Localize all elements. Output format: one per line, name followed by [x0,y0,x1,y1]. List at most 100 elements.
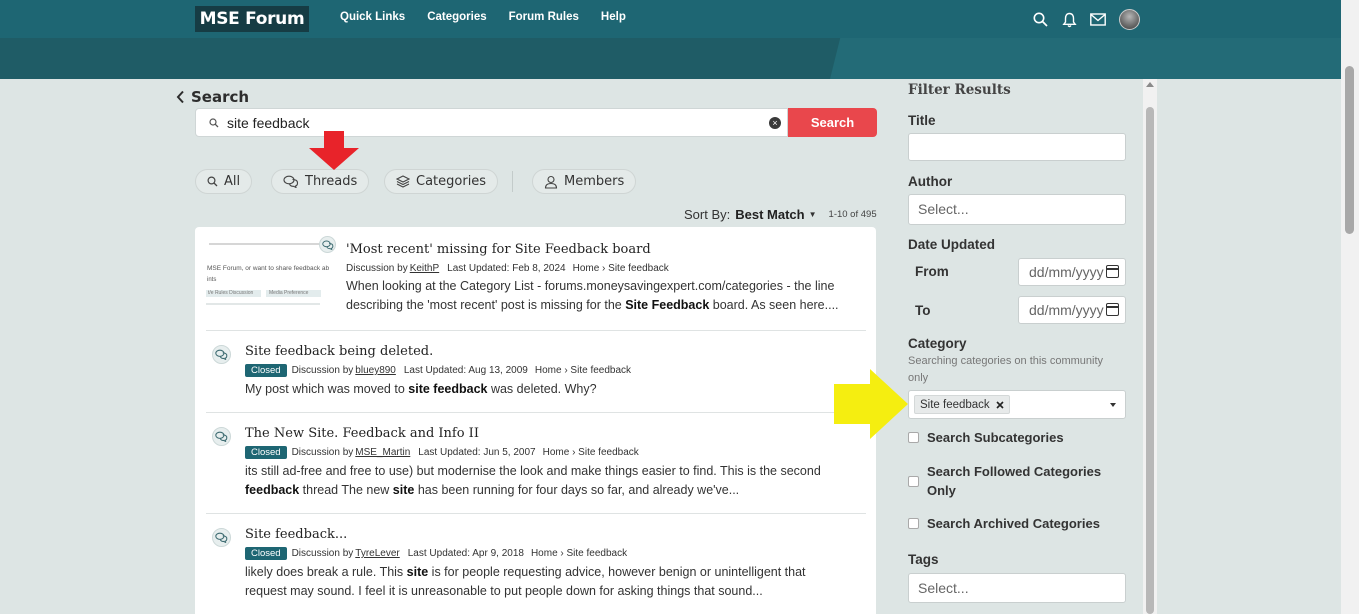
status-badge: Closed [245,547,287,560]
chevron-left-icon [176,90,184,104]
result-updated: Last Updated: Feb 8, 2024 [447,263,566,274]
nav-forum-rules[interactable]: Forum Rules [509,11,579,23]
result-author[interactable]: bluey890 [355,365,396,376]
checkbox-label: Search Archived Categories [927,516,1100,531]
thumbnail-tag: Media Preference [266,290,321,297]
sort-value[interactable]: Best Match [735,207,804,222]
calendar-icon[interactable] [1106,303,1119,316]
tab-all[interactable]: All [195,169,253,194]
result-title[interactable]: Site feedback being deleted. [245,344,857,359]
result-author[interactable]: MSE_Martin [355,447,410,458]
title-filter-input[interactable] [908,133,1126,161]
page-scrollbar[interactable] [1341,0,1359,614]
bell-icon[interactable] [1061,11,1077,29]
tab-members[interactable]: Members [532,169,637,194]
date-from-placeholder: dd/mm/yyyy [1029,264,1104,280]
thumbnail-tag: t/e Rules Discussion [206,290,261,297]
page-scrollbar-thumb[interactable] [1345,66,1354,234]
thumbnail-text: MSE Forum, or want to share feedback ab [207,265,330,272]
filter-scrollbar-thumb[interactable] [1146,107,1154,614]
sort-control[interactable]: Sort By: Best Match ▼ 1-10 of 495 [684,207,877,222]
sort-label: Sort By: [684,207,731,222]
user-icon [544,175,558,189]
clear-search-icon[interactable]: × [769,116,781,129]
chat-icon [283,175,299,188]
result-title[interactable]: The New Site. Feedback and Info II [245,426,845,441]
author-filter-select[interactable]: Select... [908,194,1126,225]
list-item: Site feedback... Closed Discussion by Ty… [206,514,866,614]
checkbox[interactable] [908,476,919,487]
calendar-icon[interactable] [1106,265,1119,278]
scroll-up-arrow-icon[interactable] [1146,82,1154,87]
result-breadcrumb[interactable]: Home › Site feedback [573,263,669,274]
result-updated: Last Updated: Apr 9, 2018 [407,548,524,559]
result-meta: Discussion by KeithP Last Updated: Feb 8… [346,263,858,274]
result-excerpt: My post which was moved to site feedback… [245,382,597,396]
header-icons [1032,9,1140,30]
result-updated: Last Updated: Aug 13, 2009 [403,365,528,376]
chevron-down-icon[interactable]: ▼ [809,210,817,219]
tab-members-label: Members [564,174,625,189]
user-avatar[interactable] [1119,9,1140,30]
result-breadcrumb[interactable]: Home › Site feedback [535,365,631,376]
search-followed-checkbox[interactable]: Search Followed Categories Only [908,462,1108,500]
checkbox[interactable] [908,518,919,529]
top-navbar: MSE Forum Quick Links Categories Forum R… [0,0,1341,38]
checkbox-label: Search Subcategories [927,430,1064,445]
result-type: Discussion by [291,365,354,376]
tab-threads[interactable]: Threads [271,169,370,194]
category-select[interactable]: Site feedback [908,390,1126,419]
filter-scrollbar[interactable] [1143,79,1157,614]
date-from-input[interactable]: dd/mm/yyyy [1018,258,1126,286]
from-label: From [915,264,949,279]
search-icon [209,117,219,128]
back-to-search[interactable]: Search [176,88,249,106]
to-label: To [915,303,931,318]
discussion-icon [319,236,336,253]
chevron-down-icon[interactable] [1110,403,1116,407]
result-meta: Closed Discussion by MSE_Martin Last Upd… [245,446,845,459]
search-input[interactable] [227,114,769,131]
tags-filter-select[interactable]: Select... [908,573,1126,603]
category-chip: Site feedback [914,395,1010,414]
result-author[interactable]: TyreLever [355,548,399,559]
result-excerpt: When looking at the Category List - foru… [346,279,839,312]
status-badge: Closed [245,364,287,377]
result-author[interactable]: KeithP [410,263,439,274]
nav-quick-links[interactable]: Quick Links [340,11,405,23]
date-updated-label: Date Updated [908,237,996,252]
search-button[interactable]: Search [788,108,877,137]
main-nav: Quick Links Categories Forum Rules Help [340,11,626,23]
result-title[interactable]: Site feedback... [245,527,845,542]
site-logo[interactable]: MSE Forum [195,6,309,32]
result-thumbnail[interactable]: MSE Forum, or want to share feedback ab … [206,237,329,307]
thumbnail-subtext: ints [207,277,217,283]
list-item: Site feedback being deleted. Closed Disc… [206,331,866,413]
checkbox[interactable] [908,432,919,443]
tab-divider [512,171,513,192]
tab-categories[interactable]: Categories [384,169,499,194]
tab-all-label: All [224,174,241,189]
status-badge: Closed [245,446,287,459]
date-to-input[interactable]: dd/mm/yyyy [1018,296,1126,324]
nav-help[interactable]: Help [601,11,626,23]
red-arrow-annotation [309,131,359,170]
result-breadcrumb[interactable]: Home › Site feedback [531,548,627,559]
search-icon[interactable] [1032,11,1048,29]
date-to-placeholder: dd/mm/yyyy [1029,302,1104,318]
tab-threads-label: Threads [305,174,358,189]
tab-categories-label: Categories [416,174,487,189]
search-subcategories-checkbox[interactable]: Search Subcategories [908,428,1064,447]
result-count: 1-10 of 495 [828,209,877,220]
result-type: Discussion by [346,263,408,274]
checkbox-label: Search Followed Categories Only [927,464,1102,498]
header-banner [0,38,1341,79]
result-title[interactable]: 'Most recent' missing for Site Feedback … [346,242,858,257]
nav-categories[interactable]: Categories [427,11,486,23]
category-note: Searching categories on this community o… [908,355,1104,384]
mail-icon[interactable] [1090,11,1106,29]
search-archived-checkbox[interactable]: Search Archived Categories [908,514,1100,533]
search-page-title: Search [191,88,250,106]
result-breadcrumb[interactable]: Home › Site feedback [543,447,639,458]
close-icon[interactable] [996,400,1004,409]
